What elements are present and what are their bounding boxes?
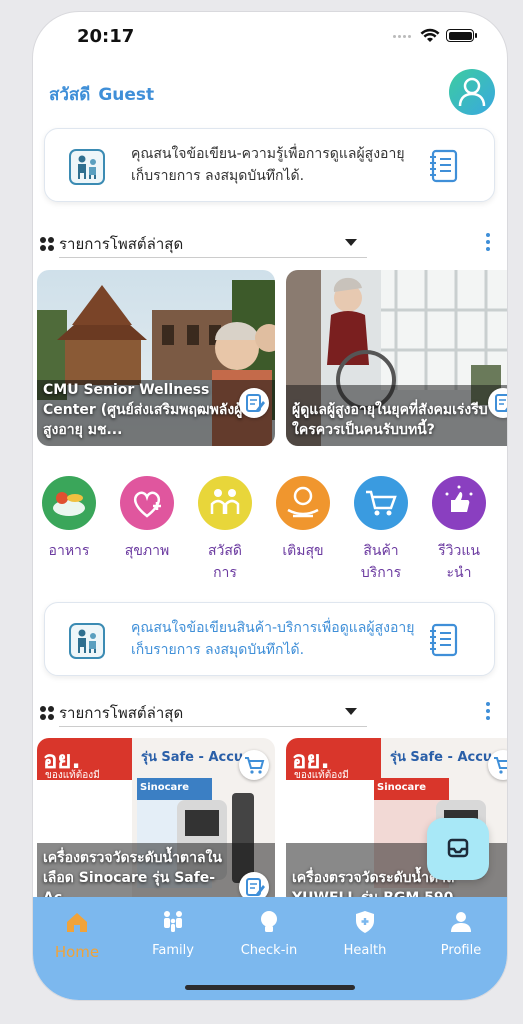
- tab-profile[interactable]: Profile: [421, 909, 501, 958]
- greeting-hello: สวัสดี: [49, 85, 91, 105]
- img-text-sub: ของแท้ต้องมี: [294, 770, 349, 781]
- greeting: สวัสดี Guest: [49, 81, 154, 108]
- notebook-icon: [430, 149, 458, 183]
- grid-icon: [40, 237, 54, 251]
- category-label: สวัสดิการ: [207, 543, 243, 581]
- home-indicator: [185, 985, 355, 990]
- home-icon: [64, 909, 90, 935]
- category-label: อาหาร: [48, 543, 90, 559]
- edit-note-icon[interactable]: [239, 388, 269, 418]
- img-text-model: รุ่น Safe - Accu: [390, 750, 493, 765]
- phone-screen: 20:17 สวัสดี Guest คุณสนใจข้อเขียน-ความร…: [33, 12, 507, 1000]
- dropdown-caret-icon[interactable]: [345, 708, 357, 715]
- happiness-icon: [276, 476, 330, 530]
- section-header-latest-posts: รายการโพสต์ล่าสุด: [37, 227, 507, 258]
- notebook-banner-knowledge[interactable]: คุณสนใจข้อเขียน-ความรู้เพื่อการดูแลผู้สู…: [44, 128, 495, 202]
- signal-dots-icon: [393, 35, 415, 39]
- tab-label: Check-in: [240, 943, 298, 958]
- review-thumbs-up-icon: [432, 476, 486, 530]
- health-shield-icon: [352, 909, 378, 935]
- tab-checkin[interactable]: Check-in: [229, 909, 309, 958]
- img-text-model: รุ่น Safe - Accu: [141, 750, 244, 765]
- bottom-tab-bar: Home Family Check-in Health Profile: [33, 897, 507, 1000]
- dropdown-caret-icon[interactable]: [345, 239, 357, 246]
- category-happiness[interactable]: เติมสุข: [273, 476, 333, 562]
- category-label: สินค้าบริการ: [360, 543, 402, 581]
- category-products[interactable]: สินค้าบริการ: [351, 476, 411, 584]
- more-options-icon[interactable]: [485, 702, 491, 722]
- section-underline: [59, 726, 367, 727]
- welfare-people-icon: [198, 476, 252, 530]
- post-caption: CMU Senior Wellness Center (ศูนย์ส่งเสริ…: [43, 382, 243, 438]
- greeting-name: Guest: [98, 85, 155, 105]
- inbox-icon: [447, 838, 469, 858]
- category-label: เติมสุข: [282, 543, 324, 559]
- caregiver-icon: [69, 149, 105, 185]
- family-icon: [160, 909, 186, 935]
- inbox-floating-button[interactable]: [427, 818, 489, 880]
- cart-icon: [354, 476, 408, 530]
- section-underline: [59, 257, 367, 258]
- img-text-brand: Sinocare: [140, 782, 190, 793]
- wifi-icon: [420, 28, 440, 42]
- tab-label: Profile: [440, 943, 482, 958]
- notebook-banner-products[interactable]: คุณสนใจข้อเขียนสินค้า-บริการเพื่อดูแลผู้…: [44, 602, 495, 676]
- checkin-bulb-icon: [256, 909, 282, 935]
- status-time: 20:17: [77, 26, 135, 47]
- tab-health[interactable]: Health: [325, 909, 405, 958]
- section-title: รายการโพสต์ล่าสุด: [59, 704, 184, 722]
- post-card-caregiver[interactable]: ผู้ดูแลผู้สูงอายุในยุคที่สังคมเร่งรีบ ใค…: [286, 270, 507, 446]
- post-caption: ผู้ดูแลผู้สูงอายุในยุคที่สังคมเร่งรีบ ใค…: [292, 402, 488, 438]
- tab-label: Health: [343, 943, 387, 958]
- edit-note-icon[interactable]: [488, 388, 507, 418]
- img-text-brand: Sinocare: [377, 782, 427, 793]
- more-options-icon[interactable]: [485, 233, 491, 253]
- section-title: รายการโพสต์ล่าสุด: [59, 235, 184, 253]
- food-icon: [42, 476, 96, 530]
- status-bar: 20:17: [33, 12, 507, 60]
- category-welfare[interactable]: สวัสดิการ: [195, 476, 255, 584]
- banner-text: คุณสนใจข้อเขียน-ความรู้เพื่อการดูแลผู้สู…: [131, 146, 405, 184]
- img-text-sub: ของแท้ต้องมี: [45, 770, 100, 781]
- user-icon: [458, 77, 486, 107]
- battery-icon: [446, 29, 477, 42]
- tab-label: Family: [152, 943, 194, 958]
- notebook-icon: [430, 623, 458, 657]
- tab-family[interactable]: Family: [133, 909, 213, 958]
- add-to-cart-icon[interactable]: [239, 750, 269, 780]
- category-review[interactable]: รีวิวแนะนำ: [429, 476, 489, 584]
- category-health[interactable]: สุขภาพ: [117, 476, 177, 562]
- tab-label: Home: [54, 943, 100, 961]
- banner-text: คุณสนใจข้อเขียนสินค้า-บริการเพื่อดูแลผู้…: [131, 620, 415, 658]
- add-to-cart-icon[interactable]: [488, 750, 507, 780]
- category-food[interactable]: อาหาร: [39, 476, 99, 562]
- post-card-cmu-wellness[interactable]: CMU Senior Wellness Center (ศูนย์ส่งเสริ…: [37, 270, 275, 446]
- post-card-sinocare[interactable]: อย. ของแท้ต้องมี รุ่น Safe - Accu Sinoca…: [37, 738, 275, 908]
- grid-icon: [40, 706, 54, 720]
- category-label: สุขภาพ: [124, 543, 170, 559]
- section-header-latest-posts: รายการโพสต์ล่าสุด: [37, 696, 507, 727]
- profile-icon: [448, 909, 474, 935]
- avatar-button[interactable]: [449, 69, 495, 115]
- caregiver-icon: [69, 623, 105, 659]
- health-heart-icon: [120, 476, 174, 530]
- tab-home[interactable]: Home: [37, 909, 117, 961]
- category-label: รีวิวแนะนำ: [438, 543, 480, 581]
